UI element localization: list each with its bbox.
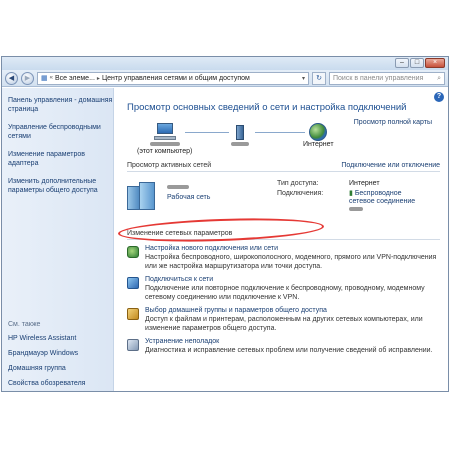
this-computer-node: (этот компьютер)	[137, 123, 192, 155]
window-controls: – □ ×	[395, 58, 445, 68]
redacted-computer-name	[137, 141, 192, 148]
connect-disconnect-link[interactable]: Подключение или отключение	[341, 162, 440, 169]
task-title[interactable]: Настройка нового подключения или сети	[145, 245, 440, 252]
see-also-section: См. также HP Wireless Assistant Брандмау…	[8, 321, 108, 394]
sidebar-item-sharing[interactable]: Изменить дополнительные параметры общего…	[8, 177, 113, 195]
task-description: Подключение или повторное подключение к …	[145, 285, 425, 301]
globe-icon	[309, 123, 328, 141]
work-network-icon	[127, 182, 157, 210]
connection-name[interactable]: Беспроводное сетевое соединение	[349, 190, 415, 205]
control-panel-window: – □ × ◀ ▶ ▦ « Все элеме... ▸ Центр управ…	[1, 56, 449, 392]
internet-node: Интернет	[303, 123, 334, 148]
minimize-button[interactable]: –	[395, 58, 409, 68]
connect-network-icon	[127, 277, 139, 289]
task-title[interactable]: Устранение неполадок	[145, 338, 433, 345]
see-also-homegroup[interactable]: Домашняя группа	[8, 364, 108, 373]
breadcrumb-item[interactable]: Центр управления сетями и общим доступом	[102, 75, 250, 82]
troubleshoot-icon	[127, 339, 139, 351]
chevron-icon: «	[49, 75, 53, 81]
page-title: Просмотр основных сведений о сети и наст…	[127, 102, 407, 113]
connections-row: Подключения: ▮ Беспроводное сетевое соеди…	[277, 190, 429, 214]
redacted-network-name	[231, 141, 249, 148]
close-button[interactable]: ×	[425, 58, 445, 68]
chevron-down-icon[interactable]: ▾	[302, 75, 305, 82]
sidebar-item-home[interactable]: Панель управления - домашняя страница	[8, 96, 113, 114]
see-also-hp-wireless[interactable]: HP Wireless Assistant	[8, 334, 108, 343]
redacted-network-name	[167, 184, 189, 191]
internet-label: Интернет	[303, 141, 334, 148]
title-bar: – □ ×	[2, 57, 448, 70]
task-description: Настройка беспроводного, широкополосного…	[145, 254, 437, 270]
network-type-link[interactable]: Рабочая сеть	[167, 194, 210, 201]
breadcrumb-item[interactable]: Все элеме...	[55, 75, 95, 82]
sidebar: Панель управления - домашняя страница Уп…	[2, 88, 114, 391]
see-also-title: См. также	[8, 321, 41, 328]
task-description: Диагностика и исправление сетевых пробле…	[145, 347, 433, 354]
see-also-firewall[interactable]: Брандмауэр Windows	[8, 349, 108, 358]
task-new-connection[interactable]: Настройка нового подключения или сети На…	[127, 245, 440, 271]
access-type-row: Тип доступа: Интернет	[277, 180, 380, 187]
search-icon[interactable]: ⌕	[437, 75, 441, 82]
access-type-label: Тип доступа:	[277, 180, 319, 187]
network-icon: ▦	[41, 75, 48, 82]
computer-icon	[153, 123, 176, 141]
window-body: Панель управления - домашняя страница Уп…	[2, 88, 448, 391]
sidebar-item-adapter[interactable]: Изменение параметров адаптера	[8, 150, 113, 168]
sidebar-item-wireless[interactable]: Управление беспроводными сетями	[8, 123, 113, 141]
task-title[interactable]: Выбор домашней группы и параметров общег…	[145, 307, 440, 314]
back-button[interactable]: ◀	[5, 71, 18, 85]
this-computer-label: (этот компьютер)	[137, 148, 193, 155]
network-map: Просмотр полной карты (этот компьютер) И…	[127, 117, 440, 162]
task-description: Доступ к файлам и принтерам, расположенн…	[145, 316, 423, 332]
task-homegroup[interactable]: Выбор домашней группы и параметров общег…	[127, 307, 440, 333]
router-icon	[231, 123, 249, 141]
help-icon[interactable]: ?	[434, 92, 444, 102]
access-type-value: Интернет	[349, 180, 380, 187]
connection-line	[255, 132, 305, 133]
active-networks-title: Просмотр активных сетей	[127, 162, 212, 169]
see-also-internet-options[interactable]: Свойства обозревателя	[8, 379, 108, 388]
chevron-right-icon[interactable]: ▸	[97, 75, 100, 82]
wireless-connection-link[interactable]: ▮ Беспроводное сетевое соединение	[349, 190, 429, 214]
homegroup-icon	[127, 308, 139, 320]
maximize-button[interactable]: □	[410, 58, 424, 68]
active-network: Рабочая сеть Тип доступа: Интернет Подклю…	[127, 176, 440, 228]
main-content: ? Просмотр основных сведений о сети и на…	[114, 88, 448, 391]
active-networks-header: Просмотр активных сетей Подключение или …	[127, 162, 440, 172]
search-input[interactable]: Поиск в панели управления ⌕	[329, 71, 445, 85]
wifi-signal-icon: ▮	[349, 190, 353, 197]
network-node	[231, 123, 249, 148]
new-connection-icon	[127, 246, 139, 258]
change-settings-header: Изменение сетевых параметров	[127, 230, 440, 240]
connections-label: Подключения:	[277, 190, 324, 197]
task-title[interactable]: Подключиться к сети	[145, 276, 440, 283]
task-connect-network[interactable]: Подключиться к сети Подключение или повт…	[127, 276, 440, 302]
forward-button[interactable]: ▶	[21, 71, 34, 85]
task-troubleshoot[interactable]: Устранение неполадок Диагностика и испра…	[127, 338, 440, 356]
full-map-link[interactable]: Просмотр полной карты	[354, 119, 432, 126]
address-bar[interactable]: ▦ « Все элеме... ▸ Центр управления сетя…	[37, 71, 309, 85]
refresh-button[interactable]: ↻	[312, 71, 326, 85]
connection-line	[185, 132, 229, 133]
search-placeholder: Поиск в панели управления	[333, 74, 424, 82]
navigation-bar: ◀ ▶ ▦ « Все элеме... ▸ Центр управления …	[2, 70, 448, 87]
